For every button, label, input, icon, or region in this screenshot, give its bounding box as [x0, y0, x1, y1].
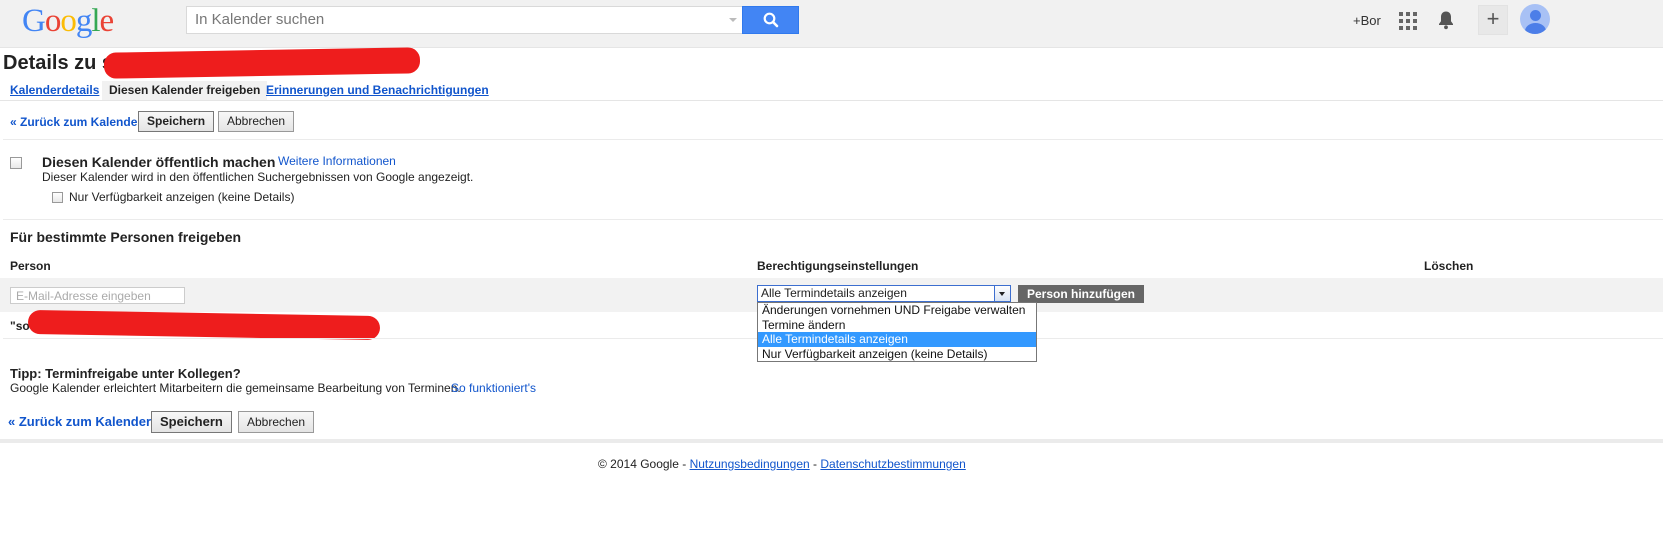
page-title: Details zu s	[3, 52, 114, 74]
footer-separator: -	[809, 457, 821, 471]
public-description: Dieser Kalender wird in den öffentlichen…	[42, 170, 474, 184]
redaction-mark	[103, 47, 421, 79]
more-info-link[interactable]: Weitere Informationen	[278, 154, 396, 168]
search-box	[186, 6, 744, 34]
divider	[3, 219, 1663, 220]
footer: © 2014 Google - Nutzungsbedingungen - Da…	[598, 457, 966, 471]
permission-options-list: Änderungen vornehmen UND Freigabe verwal…	[757, 302, 1037, 362]
user-profile-link[interactable]: +Bor	[1353, 13, 1381, 28]
notification-bell-icon[interactable]	[1437, 10, 1455, 30]
google-logo[interactable]: Google	[22, 3, 114, 40]
copyright-text: © 2014 Google -	[598, 457, 690, 471]
back-to-calendar-link-bottom[interactable]: « Zurück zum Kalender	[8, 414, 151, 429]
save-button-bottom[interactable]: Speichern	[151, 411, 232, 433]
shared-person-name: "so	[10, 319, 30, 333]
divider	[3, 139, 1663, 140]
search-input[interactable]	[187, 7, 715, 31]
back-to-calendar-link[interactable]: « Zurück zum Kalender	[10, 115, 142, 129]
top-bar: Google +Bor +	[0, 0, 1663, 48]
search-button[interactable]	[742, 6, 799, 34]
apps-grid-icon[interactable]	[1399, 12, 1417, 30]
cancel-button[interactable]: Abbrechen	[218, 111, 295, 132]
terms-link[interactable]: Nutzungsbedingungen	[690, 457, 810, 471]
add-person-button[interactable]: Person hinzufügen	[1018, 285, 1144, 303]
tab-bar: Kalenderdetails Diesen Kalender freigebe…	[0, 81, 1663, 101]
permission-select[interactable]: Alle Termindetails anzeigen	[757, 285, 1011, 302]
availability-only-checkbox[interactable]	[52, 192, 63, 203]
dropdown-arrow-icon[interactable]	[994, 286, 1010, 301]
column-header-person: Person	[10, 259, 51, 273]
permission-option-selected[interactable]: Alle Termindetails anzeigen	[758, 332, 1036, 347]
tab-calendar-details[interactable]: Kalenderdetails	[10, 83, 99, 97]
redaction-mark	[27, 309, 381, 341]
permission-option[interactable]: Termine ändern	[758, 318, 1036, 333]
column-header-delete: Löschen	[1424, 259, 1474, 273]
privacy-link[interactable]: Datenschutzbestimmungen	[820, 457, 965, 471]
tip-text: Google Kalender erleichtert Mitarbeitern…	[10, 381, 461, 395]
permission-option[interactable]: Änderungen vornehmen UND Freigabe verwal…	[758, 303, 1036, 318]
tab-share-calendar[interactable]: Diesen Kalender freigeben	[102, 81, 268, 100]
avatar-icon[interactable]	[1520, 4, 1550, 34]
save-button[interactable]: Speichern	[138, 111, 215, 132]
tip-title: Tipp: Terminfreigabe unter Kollegen?	[10, 366, 241, 381]
make-public-label: Diesen Kalender öffentlich machen	[42, 154, 276, 170]
availability-only-label: Nur Verfügbarkeit anzeigen (keine Detail…	[69, 190, 295, 204]
permission-select-value: Alle Termindetails anzeigen	[761, 286, 907, 300]
how-it-works-link[interactable]: So funktioniert's	[451, 381, 536, 395]
share-section-title: Für bestimmte Personen freigeben	[10, 229, 242, 245]
add-share-icon[interactable]: +	[1478, 5, 1508, 35]
search-options-dropdown-icon[interactable]	[729, 18, 737, 22]
make-public-checkbox[interactable]	[10, 157, 22, 169]
email-input[interactable]	[10, 287, 185, 304]
tab-reminders-notifications[interactable]: Erinnerungen und Benachrichtigungen	[266, 83, 489, 97]
search-icon	[763, 12, 779, 28]
permission-option[interactable]: Nur Verfügbarkeit anzeigen (keine Detail…	[758, 347, 1036, 362]
column-header-permissions: Berechtigungseinstellungen	[757, 259, 919, 273]
cancel-button-bottom[interactable]: Abbrechen	[238, 411, 315, 433]
footer-divider	[0, 439, 1663, 443]
